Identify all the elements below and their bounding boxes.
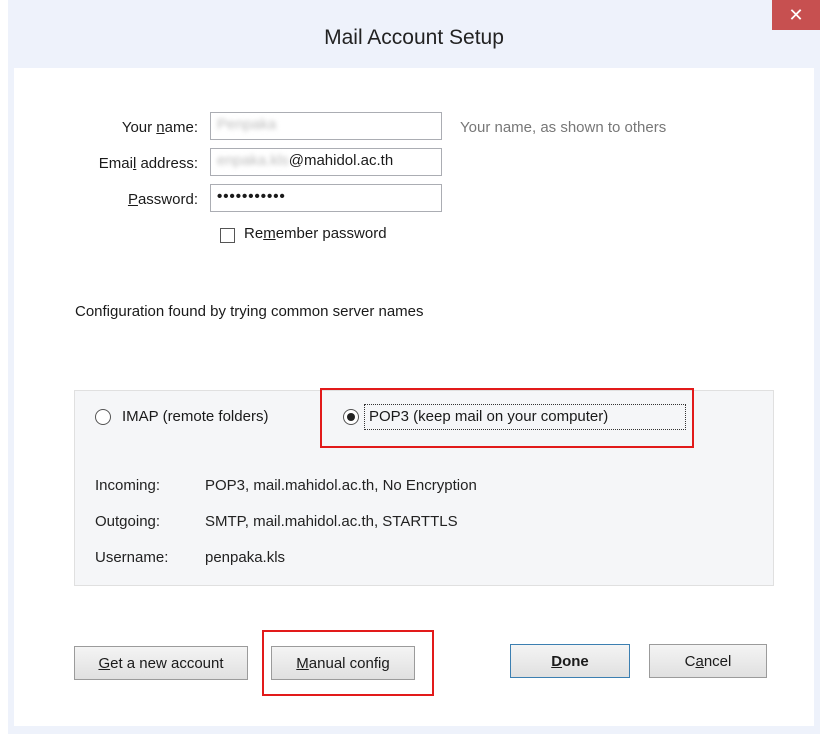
imap-radio[interactable]: [95, 409, 111, 425]
password-input[interactable]: •••••••••••: [210, 184, 442, 212]
remember-password-checkbox[interactable]: [220, 228, 235, 243]
window-title: Mail Account Setup: [324, 26, 504, 49]
your-name-label: Your name:: [121, 119, 198, 136]
window-bottom-border: [8, 726, 820, 734]
email-address-input[interactable]: enpaka.kls@mahidol.ac.th: [210, 148, 442, 176]
get-new-account-button[interactable]: Get a new account: [74, 646, 248, 680]
password-value: •••••••••••: [217, 188, 286, 205]
outgoing-value: SMTP, mail.mahidol.ac.th, STARTTLS: [205, 513, 458, 530]
imap-radio-label[interactable]: IMAP (remote folders): [122, 408, 268, 425]
close-icon: ✕: [788, 4, 804, 25]
incoming-label: Incoming:: [95, 477, 161, 494]
config-status-message: Configuration found by trying common ser…: [75, 303, 424, 320]
pop3-highlight-box: [320, 388, 694, 448]
outgoing-label: Outgoing:: [95, 513, 161, 530]
username-label: Username:: [95, 549, 169, 566]
email-user-value: enpaka.kls: [217, 152, 289, 169]
incoming-value: POP3, mail.mahidol.ac.th, No Encryption: [205, 477, 477, 494]
email-address-label: Email address:: [98, 155, 198, 172]
title-bar: Mail Account Setup ✕: [8, 0, 820, 68]
close-button[interactable]: ✕: [772, 0, 820, 30]
your-name-value: Penpaka: [217, 116, 277, 133]
done-button[interactable]: Done: [510, 644, 630, 678]
your-name-hint: Your name, as shown to others: [460, 119, 667, 136]
cancel-button[interactable]: Ca ncel: [649, 644, 767, 678]
dialog-content: Your name: Penpaka Your name, as shown t…: [14, 68, 814, 726]
password-label: Password:: [127, 191, 198, 208]
username-value: penpaka.kls: [205, 549, 286, 566]
manual-config-highlight-box: [262, 630, 434, 696]
mail-account-setup-window: Mail Account Setup ✕ Your name: Penpaka …: [8, 0, 820, 734]
email-domain-value: @mahidol.ac.th: [288, 152, 394, 169]
your-name-input[interactable]: Penpaka: [210, 112, 442, 140]
remember-password-label[interactable]: Remember password: [244, 225, 387, 242]
